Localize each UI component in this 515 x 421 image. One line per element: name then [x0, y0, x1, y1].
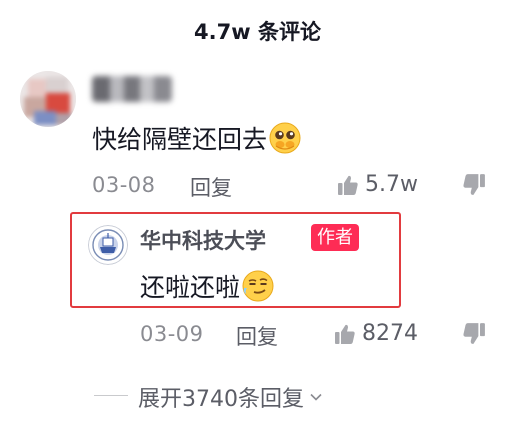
thumbs-up-icon: [338, 175, 358, 195]
like-button[interactable]: 5.7w: [337, 172, 418, 197]
user-avatar[interactable]: [20, 71, 76, 127]
reply-to-reply-button[interactable]: 回复: [236, 321, 278, 351]
like-count: 5.7w: [365, 172, 418, 197]
expand-replies-label: 展开3740条回复: [138, 387, 304, 412]
reply-button[interactable]: 回复: [190, 172, 232, 202]
comments-panel: 4.7w 条评论 快给隔壁还回去 03-08 回复 5.7w 华中科技大学 作者…: [0, 0, 515, 421]
reply-date: 03-09: [140, 322, 204, 346]
reply-like-button[interactable]: 8274: [334, 321, 418, 346]
thumbs-down-icon: [463, 174, 485, 195]
username-blurred[interactable]: [92, 76, 172, 102]
expand-divider: [94, 395, 128, 396]
author-badge: 作者: [311, 224, 359, 251]
pleading-face-emoji: [269, 122, 301, 154]
chevron-down-icon: [310, 393, 322, 401]
dislike-button[interactable]: [462, 173, 486, 201]
comment-text: 快给隔壁还回去: [92, 120, 301, 156]
comment-date: 03-08: [92, 173, 156, 197]
comment-count-title: 4.7w 条评论: [194, 20, 321, 44]
reply-author-name[interactable]: 华中科技大学: [140, 225, 266, 255]
thumbs-up-icon: [335, 324, 355, 344]
reply-dislike-button[interactable]: [462, 322, 486, 350]
reply-text: 还啦还啦: [140, 268, 274, 304]
university-logo-avatar[interactable]: [88, 225, 128, 265]
smirking-face-emoji: [242, 270, 274, 302]
reply-like-count: 8274: [362, 321, 418, 346]
thumbs-down-icon: [463, 323, 485, 344]
expand-replies-button[interactable]: 展开3740条回复: [138, 381, 324, 413]
